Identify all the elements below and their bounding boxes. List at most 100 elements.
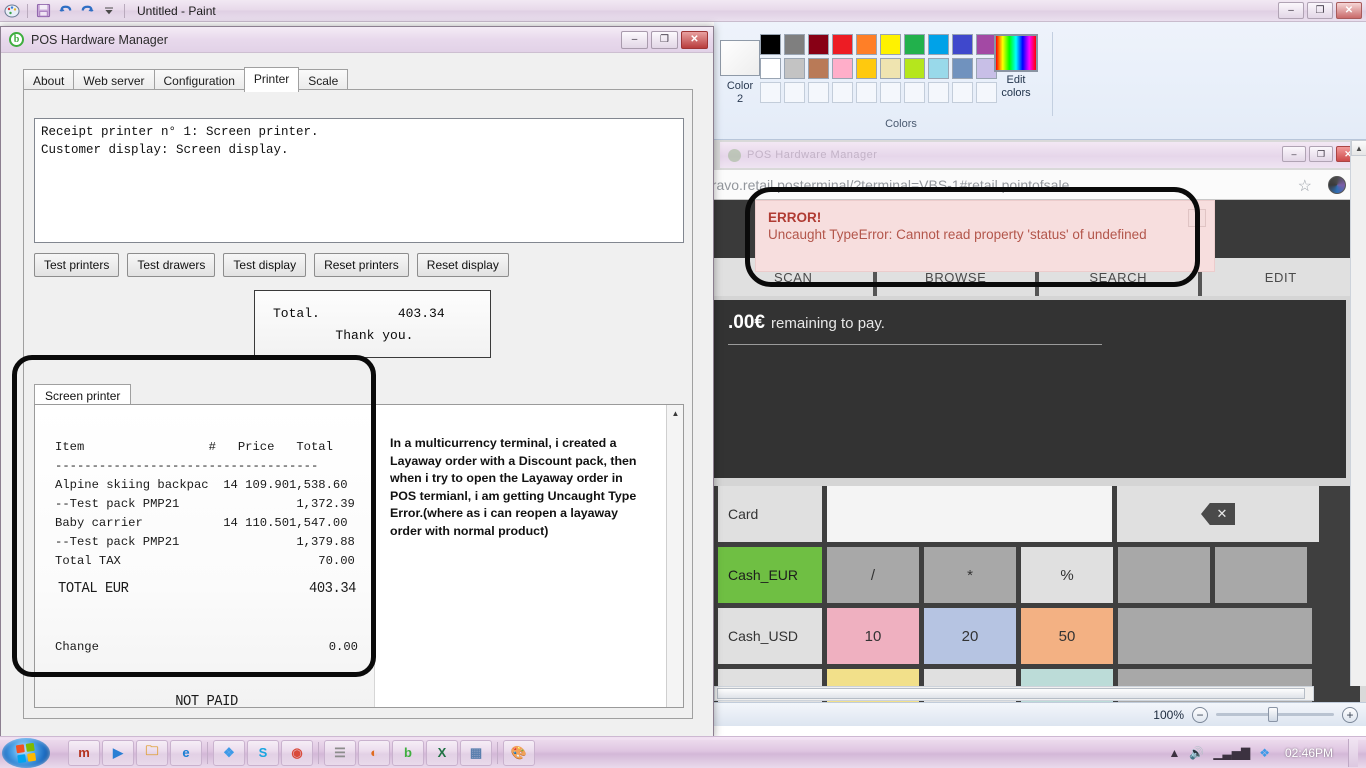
color-swatch[interactable] xyxy=(880,34,901,55)
color-swatch[interactable] xyxy=(760,34,781,55)
save-icon[interactable] xyxy=(34,2,52,20)
scroll-up-icon[interactable]: ▲ xyxy=(1351,140,1366,156)
taskbar-chrome-icon[interactable]: ◉ xyxy=(281,740,313,766)
printer-vertical-scrollbar[interactable]: ▲ xyxy=(666,405,683,708)
browser-address-bar[interactable]: bravo.retail.posterminal/?terminal=VBS-1… xyxy=(714,170,1360,200)
keypad-op-5[interactable] xyxy=(1215,547,1307,603)
taskbar-media-player-icon[interactable]: ▶ xyxy=(102,740,134,766)
zoom-in-button[interactable]: + xyxy=(1342,707,1358,723)
keypad-display-1[interactable] xyxy=(827,486,1112,542)
edit-colors-button[interactable]: Edit colors xyxy=(990,34,1042,100)
keypad-card[interactable]: Card xyxy=(718,486,822,542)
taskbar-excel-icon[interactable]: X xyxy=(426,740,458,766)
pos-action-edit[interactable]: EDIT xyxy=(1202,258,1361,296)
taskbar-internet-explorer-icon[interactable]: e xyxy=(170,740,202,766)
keypad--[interactable]: / xyxy=(827,547,919,603)
paint-close-button[interactable]: ✕ xyxy=(1336,2,1362,19)
keypad-50[interactable]: 50 xyxy=(1021,608,1113,664)
taskbar-firefox-icon[interactable]: ◐ xyxy=(358,740,390,766)
volume-icon[interactable]: 🔊 xyxy=(1189,746,1204,760)
keypad-backspace-icon[interactable]: ✕ xyxy=(1117,486,1319,542)
color-swatch[interactable] xyxy=(784,82,805,103)
color-swatch[interactable] xyxy=(928,34,949,55)
color2-swatch[interactable] xyxy=(720,40,760,76)
clock[interactable]: 02:46PM xyxy=(1279,746,1339,760)
taskbar-calculator-icon[interactable]: ▦ xyxy=(460,740,492,766)
taskbar-odoo-icon[interactable]: b xyxy=(392,740,424,766)
tab-printer[interactable]: Printer xyxy=(244,67,299,92)
color-swatch[interactable] xyxy=(928,58,949,79)
color-swatch[interactable] xyxy=(784,34,805,55)
start-button[interactable] xyxy=(2,738,50,768)
undo-icon[interactable] xyxy=(56,2,74,20)
color-swatch[interactable] xyxy=(760,82,781,103)
color-swatch[interactable] xyxy=(808,58,829,79)
hw-close-button[interactable]: ✕ xyxy=(681,31,708,49)
printer-scroll-up-icon[interactable]: ▲ xyxy=(667,405,684,421)
ribbon-divider xyxy=(1052,32,1053,116)
color2-label: Color 2 xyxy=(716,80,764,106)
taskbar-paint-icon[interactable]: 🎨 xyxy=(503,740,535,766)
test-display-button[interactable]: Test display xyxy=(223,253,306,277)
tray-expand-icon[interactable]: ▲ xyxy=(1168,746,1180,760)
paint-hscroll-thumb[interactable] xyxy=(717,688,1305,699)
keypad-20[interactable]: 20 xyxy=(924,608,1016,664)
taskbar-dropbox-icon[interactable]: ❖ xyxy=(213,740,245,766)
chevron-down-icon[interactable] xyxy=(100,2,118,20)
color-swatch[interactable] xyxy=(880,58,901,79)
color-swatch[interactable] xyxy=(904,58,925,79)
zoom-slider-thumb[interactable] xyxy=(1268,707,1278,722)
paint-minimize-button[interactable]: – xyxy=(1278,2,1304,19)
color-swatch[interactable] xyxy=(952,82,973,103)
color-swatch[interactable] xyxy=(784,58,805,79)
hw-minimize-button[interactable]: – xyxy=(621,31,648,49)
color-swatch[interactable] xyxy=(856,82,877,103)
dropbox-tray-icon[interactable]: ❖ xyxy=(1259,746,1270,760)
keypad-cash-usd[interactable]: Cash_USD xyxy=(718,608,822,664)
color-swatch[interactable] xyxy=(904,34,925,55)
paint-vertical-scrollbar[interactable]: ▲ xyxy=(1350,140,1366,686)
taskbar-skype-icon[interactable]: S xyxy=(247,740,279,766)
backspace-icon: ✕ xyxy=(1201,503,1235,525)
color-swatch[interactable] xyxy=(856,34,877,55)
keypad-op-4[interactable] xyxy=(1118,547,1210,603)
taskbar-explorer-icon[interactable]: 🗀 xyxy=(136,740,168,766)
keypad-cash-eur[interactable]: Cash_EUR xyxy=(718,547,822,603)
show-desktop-button[interactable] xyxy=(1348,739,1358,767)
hw-restore-button[interactable]: ❐ xyxy=(651,31,678,49)
network-icon[interactable]: ▁▃▅▇ xyxy=(1213,746,1250,760)
color-swatch[interactable] xyxy=(760,58,781,79)
zoom-slider[interactable] xyxy=(1216,713,1334,716)
color-swatch[interactable] xyxy=(856,58,877,79)
color-swatch[interactable] xyxy=(832,34,853,55)
test-printers-button[interactable]: Test printers xyxy=(34,253,119,277)
color-swatch[interactable] xyxy=(952,58,973,79)
reset-printers-button[interactable]: Reset printers xyxy=(314,253,409,277)
test-drawers-button[interactable]: Test drawers xyxy=(127,253,215,277)
bookmark-star-icon[interactable]: ☆ xyxy=(1298,176,1312,196)
keypad-10[interactable]: 10 xyxy=(827,608,919,664)
color-swatch[interactable] xyxy=(880,82,901,103)
taskbar-mega-icon[interactable]: m xyxy=(68,740,100,766)
redo-icon[interactable] xyxy=(78,2,96,20)
profile-avatar[interactable] xyxy=(1328,176,1346,194)
color-swatch[interactable] xyxy=(904,82,925,103)
browser-minimize-button[interactable]: – xyxy=(1282,146,1306,162)
color-swatch[interactable] xyxy=(808,82,829,103)
color-swatch[interactable] xyxy=(952,34,973,55)
keypad-op-4[interactable] xyxy=(1118,608,1312,664)
color-swatch[interactable] xyxy=(832,82,853,103)
keypad--[interactable]: * xyxy=(924,547,1016,603)
paint-restore-button[interactable]: ❐ xyxy=(1307,2,1333,19)
color-swatch[interactable] xyxy=(832,58,853,79)
taskbar-notepad-icon[interactable]: ☰ xyxy=(324,740,356,766)
keypad--[interactable]: % xyxy=(1021,547,1113,603)
color-swatch[interactable] xyxy=(808,34,829,55)
browser-restore-button[interactable]: ❐ xyxy=(1309,146,1333,162)
reset-display-button[interactable]: Reset display xyxy=(417,253,509,277)
error-close-button[interactable]: › xyxy=(1188,209,1206,227)
paint-horizontal-scrollbar[interactable] xyxy=(714,686,1314,701)
zoom-out-button[interactable]: − xyxy=(1192,707,1208,723)
calculator-icon: ▦ xyxy=(470,745,482,761)
color-swatch[interactable] xyxy=(928,82,949,103)
